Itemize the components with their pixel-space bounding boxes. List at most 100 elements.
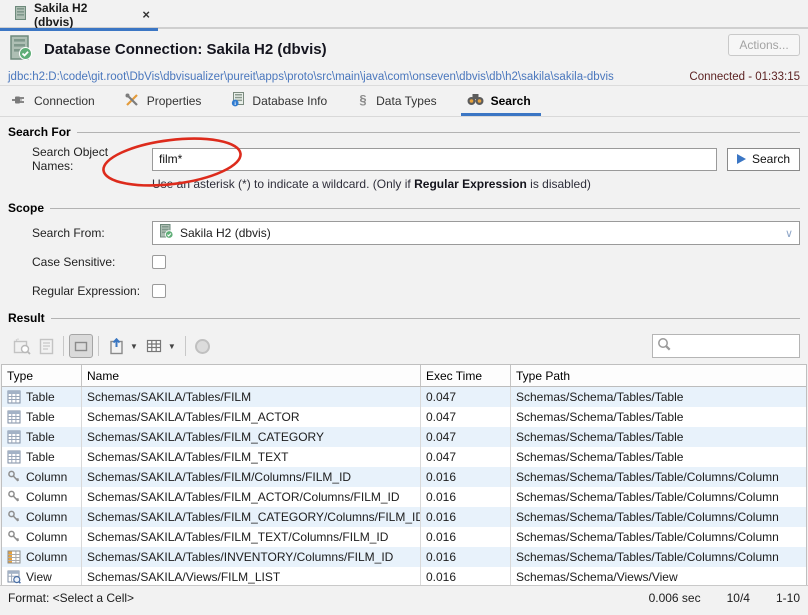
search-icon	[657, 337, 672, 355]
cell-name: Schemas/SAKILA/Tables/FILM/Columns/FILM_…	[82, 467, 421, 487]
result-title: Result	[8, 311, 45, 325]
cell-type: Column	[2, 487, 82, 507]
db-info-icon: i	[231, 92, 245, 110]
cell-type-path: Schemas/Schema/Tables/Table	[511, 387, 806, 407]
tab-data-types[interactable]: § Data Types	[357, 86, 436, 116]
tab-properties[interactable]: Properties	[125, 86, 202, 116]
table-icon	[7, 430, 21, 444]
datatypes-icon: §	[357, 92, 369, 110]
tab-connection[interactable]: Connection	[12, 86, 95, 116]
tab-database-info-label: Database Info	[252, 94, 327, 108]
tab-properties-label: Properties	[147, 94, 202, 108]
cell-type: Table	[2, 387, 82, 407]
cell-name: Schemas/SAKILA/Tables/FILM	[82, 387, 421, 407]
cell-type: Table	[2, 407, 82, 427]
search-for-section-header: Search For	[8, 125, 800, 139]
cell-name: Schemas/SAKILA/Tables/FILM_CATEGORY	[82, 427, 421, 447]
script-object-button[interactable]	[34, 334, 58, 358]
table-icon	[7, 410, 21, 424]
table-icon	[7, 390, 21, 404]
search-from-label: Search From:	[32, 226, 152, 240]
grid-options-button[interactable]	[142, 334, 166, 358]
result-filter-input[interactable]	[676, 339, 795, 353]
case-sensitive-checkbox[interactable]	[152, 255, 166, 269]
toolbar-separator	[98, 336, 99, 356]
cell-exec-time: 0.047	[421, 427, 511, 447]
cell-exec-time: 0.016	[421, 567, 511, 587]
regular-expression-checkbox[interactable]	[152, 284, 166, 298]
column-header-type[interactable]: Type	[2, 365, 82, 386]
table-row[interactable]: ColumnSchemas/SAKILA/Tables/FILM_TEXT/Co…	[2, 527, 806, 547]
search-object-names-label: Search Object Names:	[32, 145, 152, 173]
table-row[interactable]: ColumnSchemas/SAKILA/Tables/INVENTORY/Co…	[2, 547, 806, 567]
connection-tab[interactable]: Sakila H2 (dbvis) ×	[0, 0, 158, 29]
column-header-name[interactable]: Name	[82, 365, 421, 386]
regular-expression-label: Regular Expression:	[32, 284, 152, 298]
divider	[50, 208, 800, 209]
cell-name: Schemas/SAKILA/Tables/INVENTORY/Columns/…	[82, 547, 421, 567]
toolbar-separator	[185, 336, 186, 356]
table-row[interactable]: ColumnSchemas/SAKILA/Tables/FILM_ACTOR/C…	[2, 487, 806, 507]
connection-nav-tabs: Connection Properties i Database Info § …	[0, 86, 808, 117]
play-icon	[737, 154, 746, 164]
cell-name: Schemas/SAKILA/Tables/FILM_TEXT	[82, 447, 421, 467]
tab-data-types-label: Data Types	[376, 94, 436, 108]
cell-exec-time: 0.016	[421, 487, 511, 507]
search-button[interactable]: Search	[727, 148, 800, 171]
result-toolbar: ▼ ▼	[0, 331, 808, 361]
table-row[interactable]: TableSchemas/SAKILA/Tables/FILM_ACTOR0.0…	[2, 407, 806, 427]
status-bar: Format: <Select a Cell> 0.006 sec 10/4 1…	[0, 585, 808, 615]
grid-dropdown-caret-icon[interactable]: ▼	[168, 342, 176, 351]
column-header-exec-time[interactable]: Exec Time	[421, 365, 511, 386]
tools-icon	[125, 93, 140, 110]
cell-name: Schemas/SAKILA/Tables/FILM_ACTOR	[82, 407, 421, 427]
database-icon	[14, 6, 27, 23]
export-dropdown-caret-icon[interactable]: ▼	[130, 342, 138, 351]
database-connected-icon	[8, 35, 34, 64]
exec-time-value: 0.006 sec	[649, 591, 701, 605]
scope-section-header: Scope	[8, 201, 800, 215]
column-header-type-path[interactable]: Type Path	[511, 365, 806, 386]
binoculars-icon	[467, 93, 484, 109]
result-grid-body: TableSchemas/SAKILA/Tables/FILM0.047Sche…	[2, 387, 806, 587]
divider	[77, 132, 800, 133]
tab-search[interactable]: Search	[467, 86, 531, 116]
table-row[interactable]: ColumnSchemas/SAKILA/Tables/FILM/Columns…	[2, 467, 806, 487]
search-from-dropdown[interactable]: Sakila H2 (dbvis) ∨	[152, 221, 800, 245]
close-icon[interactable]: ×	[142, 7, 150, 22]
chevron-down-icon: ∨	[785, 227, 793, 240]
table-row[interactable]: TableSchemas/SAKILA/Tables/FILM_CATEGORY…	[2, 427, 806, 447]
tab-connection-label: Connection	[34, 94, 95, 108]
connection-status: Connected - 01:33:15	[689, 71, 800, 83]
case-sensitive-label: Case Sensitive:	[32, 255, 152, 269]
divider	[51, 318, 800, 319]
table-row[interactable]: TableSchemas/SAKILA/Tables/FILM_TEXT0.04…	[2, 447, 806, 467]
tab-search-label: Search	[491, 94, 531, 108]
search-object-names-input[interactable]	[152, 148, 717, 171]
toolbar-separator	[63, 336, 64, 356]
export-button[interactable]	[104, 334, 128, 358]
tab-database-info[interactable]: i Database Info	[231, 86, 327, 116]
cell-type-path: Schemas/Schema/Tables/Table/Columns/Colu…	[511, 527, 806, 547]
cell-type: Column	[2, 547, 82, 567]
cell-type-path: Schemas/Schema/Tables/Table	[511, 447, 806, 467]
plug-icon	[12, 93, 27, 110]
stop-button[interactable]	[191, 334, 215, 358]
range-value: 1-10	[776, 591, 800, 605]
jdbc-url[interactable]: jdbc:h2:D:\code\git.root\DbVis\dbvisuali…	[8, 71, 614, 83]
format-label: Format: <Select a Cell>	[8, 591, 134, 605]
table-row[interactable]: ColumnSchemas/SAKILA/Tables/FILM_CATEGOR…	[2, 507, 806, 527]
table-row[interactable]: TableSchemas/SAKILA/Tables/FILM0.047Sche…	[2, 387, 806, 407]
describe-object-button[interactable]	[10, 334, 34, 358]
cell-type-path: Schemas/Schema/Tables/Table	[511, 427, 806, 447]
result-filter-box[interactable]	[652, 334, 800, 358]
connection-tab-label: Sakila H2 (dbvis)	[34, 1, 129, 29]
result-grid: Type Name Exec Time Type Path TableSchem…	[1, 364, 807, 594]
key-column-icon	[7, 470, 21, 484]
grid-view-toggle-button[interactable]	[69, 334, 93, 358]
cell-type: Table	[2, 447, 82, 467]
table-row[interactable]: ViewSchemas/SAKILA/Views/FILM_LIST0.016S…	[2, 567, 806, 587]
cell-type-path: Schemas/Schema/Tables/Table/Columns/Colu…	[511, 507, 806, 527]
actions-button[interactable]: Actions...	[728, 34, 800, 56]
cell-type-path: Schemas/Schema/Tables/Table/Columns/Colu…	[511, 467, 806, 487]
